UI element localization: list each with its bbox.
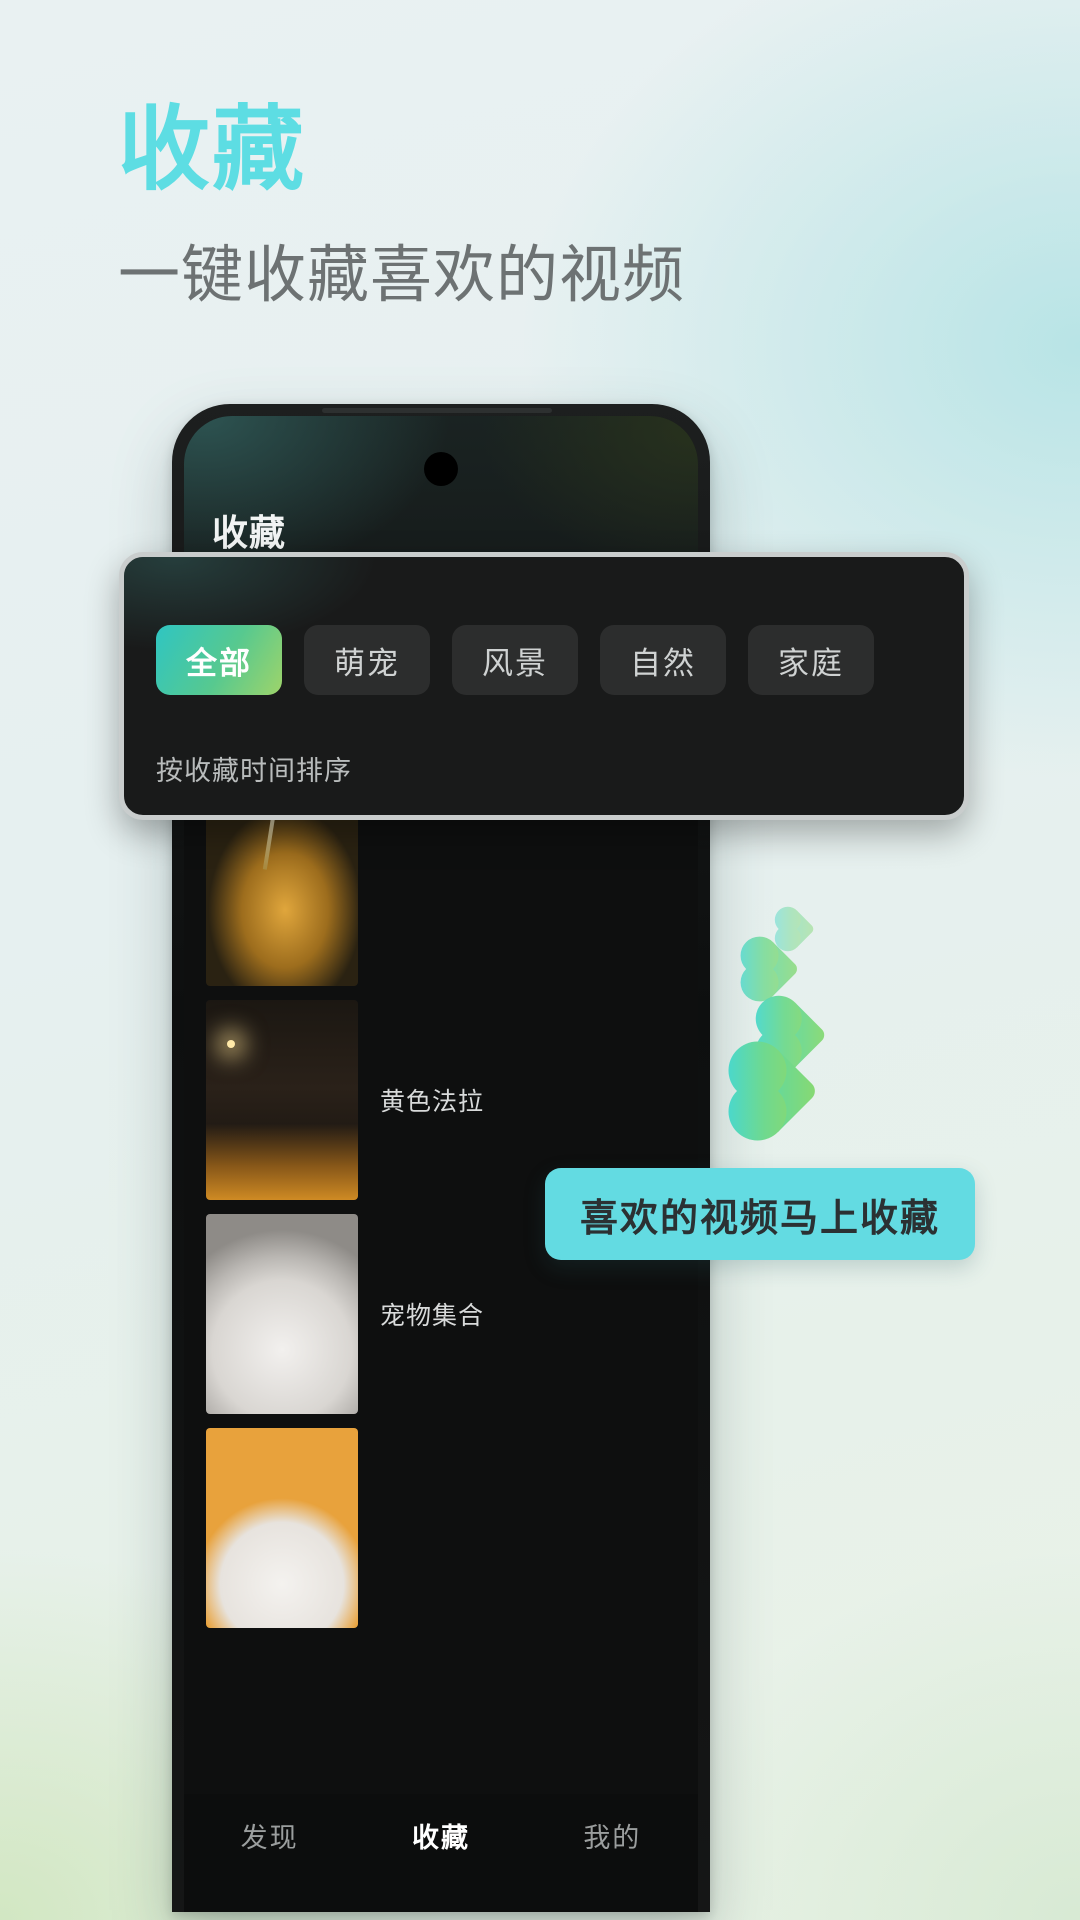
nav-item-favorites[interactable]: 收藏 — [355, 1816, 526, 1855]
chip-pets[interactable]: 萌宠 — [304, 625, 430, 695]
list-item-label: 宠物集合 — [380, 1302, 485, 1330]
list-item-thumbnail — [206, 1428, 358, 1628]
camera-punch-hole-icon — [424, 452, 458, 486]
nav-item-mine[interactable]: 我的 — [527, 1816, 698, 1855]
bottom-navigation-bar[interactable]: 发现 收藏 我的 — [184, 1794, 698, 1912]
list-item-thumbnail — [206, 1000, 358, 1200]
app-screen-title: 收藏 — [212, 512, 287, 553]
chip-family[interactable]: 家庭 — [748, 625, 874, 695]
tooltip-callout: 喜欢的视频马上收藏 — [545, 1168, 975, 1260]
page-subtitle: 一键收藏喜欢的视频 — [118, 241, 686, 310]
filter-panel-callout: 全部 萌宠 风景 自然 家庭 按收藏时间排序 — [119, 552, 969, 820]
page-title: 收藏 — [118, 99, 307, 201]
tooltip-text: 喜欢的视频马上收藏 — [579, 1197, 940, 1240]
list-item-thumbnail — [206, 1214, 358, 1414]
headline-block: 收藏 一键收藏喜欢的视频 — [118, 104, 958, 310]
list-item-label: 黄色法拉 — [380, 1088, 485, 1116]
sort-label: 按收藏时间排序 — [156, 756, 352, 786]
list-item[interactable] — [206, 1428, 698, 1628]
chip-scenery[interactable]: 风景 — [452, 625, 578, 695]
chip-nature[interactable]: 自然 — [600, 625, 726, 695]
nav-item-discover[interactable]: 发现 — [184, 1816, 355, 1855]
chip-all[interactable]: 全部 — [156, 625, 282, 695]
category-chip-row[interactable]: 全部 萌宠 风景 自然 家庭 — [156, 625, 964, 695]
